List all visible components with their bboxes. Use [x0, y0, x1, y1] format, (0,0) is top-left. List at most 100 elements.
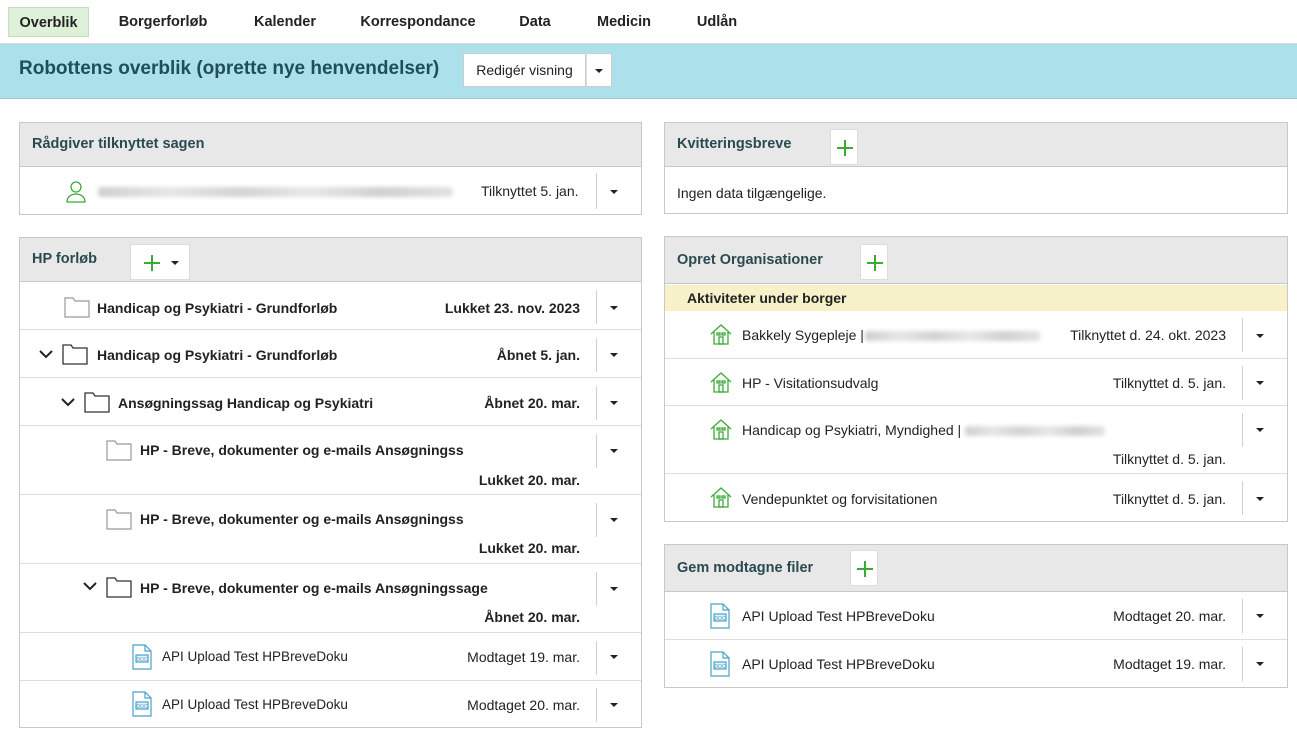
- redacted-text: [865, 331, 1040, 341]
- panel-header: Kvitteringsbreve: [665, 123, 1287, 167]
- received-files-panel: Gem modtagne filer DOC API Upload Test H…: [664, 544, 1288, 688]
- plus-icon: [837, 140, 853, 156]
- chevron-down-icon[interactable]: [610, 190, 618, 194]
- list-item[interactable]: DOC API Upload Test HPBreveDoku Modtaget…: [20, 682, 641, 728]
- document-icon: DOC: [131, 691, 153, 720]
- group-title: Aktiviteter under borger: [687, 290, 847, 306]
- item-status: Tilknyttet d. 5. jan.: [1112, 375, 1226, 391]
- item-label: API Upload Test HPBreveDoku: [742, 608, 935, 624]
- list-item[interactable]: DOC API Upload Test HPBreveDoku Modtaget…: [665, 641, 1287, 688]
- panel-header: Rådgiver tilknyttet sagen: [20, 123, 641, 167]
- folder-icon: [106, 506, 132, 533]
- chevron-down-icon[interactable]: [610, 655, 618, 659]
- list-item[interactable]: Ansøgningssag Handicap og Psykiatri Åbne…: [20, 379, 641, 426]
- plus-icon: [144, 255, 160, 271]
- item-label: Handicap og Psykiatri - Grundforløb: [97, 300, 338, 316]
- chevron-down-icon[interactable]: [610, 703, 618, 707]
- svg-text:DOC: DOC: [714, 616, 726, 622]
- redacted-name: [98, 187, 453, 197]
- edit-view-button[interactable]: Redigér visning: [463, 53, 586, 87]
- person-icon: [64, 179, 88, 206]
- chevron-down-icon[interactable]: [1256, 497, 1264, 501]
- item-label: Ansøgningssag Handicap og Psykiatri: [118, 395, 374, 411]
- list-item[interactable]: Handicap og Psykiatri - Grundforløb Åbne…: [20, 331, 641, 378]
- chevron-down-icon[interactable]: [610, 449, 618, 453]
- item-label: HP - Breve, dokumenter og e-mails Ansøgn…: [140, 580, 488, 596]
- add-file-button[interactable]: [850, 550, 878, 586]
- chevron-down-icon[interactable]: [1256, 662, 1264, 666]
- panel-title: Gem modtagne filer: [677, 560, 814, 576]
- expand-chevron-icon[interactable]: [39, 350, 53, 360]
- list-item[interactable]: Handicap og Psykiatri, Myndighed | Tilkn…: [665, 407, 1287, 474]
- item-status: Lukket 20. mar.: [478, 540, 580, 556]
- top-navigation: Overblik Borgerforløb Kalender Korrespon…: [0, 0, 1297, 44]
- panel-header: HP forløb: [20, 238, 641, 282]
- item-label: Handicap og Psykiatri - Grundforløb: [97, 347, 338, 363]
- panel-title: Kvitteringsbreve: [677, 136, 792, 152]
- document-icon: DOC: [709, 651, 731, 680]
- add-receipt-button[interactable]: [830, 129, 858, 165]
- chevron-down-icon: [595, 69, 603, 73]
- plus-icon: [857, 561, 873, 577]
- list-item[interactable]: Bakkely Sygepleje | Tilknyttet d. 24. ok…: [665, 311, 1287, 359]
- advisor-row[interactable]: Tilknyttet 5. jan.: [20, 168, 641, 215]
- receipts-panel: Kvitteringsbreve Ingen data tilgængelige…: [664, 122, 1288, 214]
- page-title: Robottens overblik (oprette nye henvende…: [19, 58, 440, 79]
- list-item[interactable]: Handicap og Psykiatri - Grundforløb Lukk…: [20, 283, 641, 330]
- tab-kalender[interactable]: Kalender: [245, 7, 325, 37]
- folder-icon: [64, 294, 90, 321]
- chevron-down-icon[interactable]: [610, 306, 618, 310]
- hp-forlob-panel: HP forløb Handicap og Psykiatri - Grundf…: [19, 237, 642, 728]
- item-label: HP - Visitationsudvalg: [742, 375, 879, 391]
- svg-text:DOC: DOC: [136, 704, 148, 710]
- item-label: API Upload Test HPBreveDoku: [162, 697, 348, 712]
- list-item[interactable]: Vendepunktet og forvisitationen Tilknytt…: [665, 475, 1287, 522]
- edit-view-dropdown[interactable]: [586, 53, 612, 87]
- list-item[interactable]: HP - Breve, dokumenter og e-mails Ansøgn…: [20, 565, 641, 633]
- chevron-down-icon[interactable]: [1256, 428, 1264, 432]
- list-item[interactable]: HP - Visitationsudvalg Tilknyttet d. 5. …: [665, 360, 1287, 406]
- item-status: Modtaget 19. mar.: [467, 649, 580, 665]
- empty-message: Ingen data tilgængelige.: [677, 185, 827, 201]
- item-status: Modtaget 20. mar.: [467, 697, 580, 713]
- item-status: Tilknyttet d. 5. jan.: [1112, 491, 1226, 507]
- chevron-down-icon[interactable]: [1256, 614, 1264, 618]
- add-forlob-button[interactable]: [130, 244, 190, 280]
- item-status: Åbnet 20. mar.: [484, 395, 580, 411]
- list-item[interactable]: DOC API Upload Test HPBreveDoku Modtaget…: [20, 634, 641, 681]
- advisor-panel: Rådgiver tilknyttet sagen Tilknyttet 5. …: [19, 122, 642, 215]
- item-status: Åbnet 20. mar.: [484, 609, 580, 625]
- chevron-down-icon[interactable]: [610, 518, 618, 522]
- tab-data[interactable]: Data: [510, 7, 560, 37]
- expand-chevron-icon[interactable]: [61, 398, 75, 408]
- svg-text:DOC: DOC: [136, 657, 148, 663]
- tab-udlan[interactable]: Udlån: [688, 7, 746, 37]
- tab-overblik[interactable]: Overblik: [8, 7, 89, 37]
- list-item[interactable]: HP - Breve, dokumenter og e-mails Ansøgn…: [20, 427, 641, 495]
- folder-icon: [106, 437, 132, 464]
- group-header: Aktiviteter under borger: [665, 285, 1287, 311]
- panel-title: Rådgiver tilknyttet sagen: [32, 136, 205, 152]
- house-icon: [709, 322, 733, 349]
- svg-text:DOC: DOC: [714, 664, 726, 670]
- tab-medicin[interactable]: Medicin: [589, 7, 659, 37]
- house-icon: [709, 417, 733, 444]
- add-organisation-button[interactable]: [860, 244, 888, 280]
- expand-chevron-icon[interactable]: [83, 582, 97, 592]
- panel-title: Opret Organisationer: [677, 252, 823, 268]
- list-item[interactable]: HP - Breve, dokumenter og e-mails Ansøgn…: [20, 496, 641, 564]
- item-label: Bakkely Sygepleje |: [742, 327, 864, 343]
- tab-korrespondance[interactable]: Korrespondance: [353, 7, 483, 37]
- item-label: HP - Breve, dokumenter og e-mails Ansøgn…: [140, 511, 464, 527]
- chevron-down-icon[interactable]: [1256, 381, 1264, 385]
- chevron-down-icon[interactable]: [610, 401, 618, 405]
- list-item[interactable]: DOC API Upload Test HPBreveDoku Modtaget…: [665, 593, 1287, 640]
- chevron-down-icon[interactable]: [1256, 334, 1264, 338]
- house-icon: [709, 485, 733, 512]
- document-icon: DOC: [131, 644, 153, 673]
- chevron-down-icon[interactable]: [610, 353, 618, 357]
- advisor-status: Tilknyttet 5. jan.: [481, 183, 579, 199]
- chevron-down-icon[interactable]: [610, 587, 618, 591]
- panel-header: Opret Organisationer: [665, 237, 1287, 284]
- tab-borgerforlob[interactable]: Borgerforløb: [113, 7, 213, 37]
